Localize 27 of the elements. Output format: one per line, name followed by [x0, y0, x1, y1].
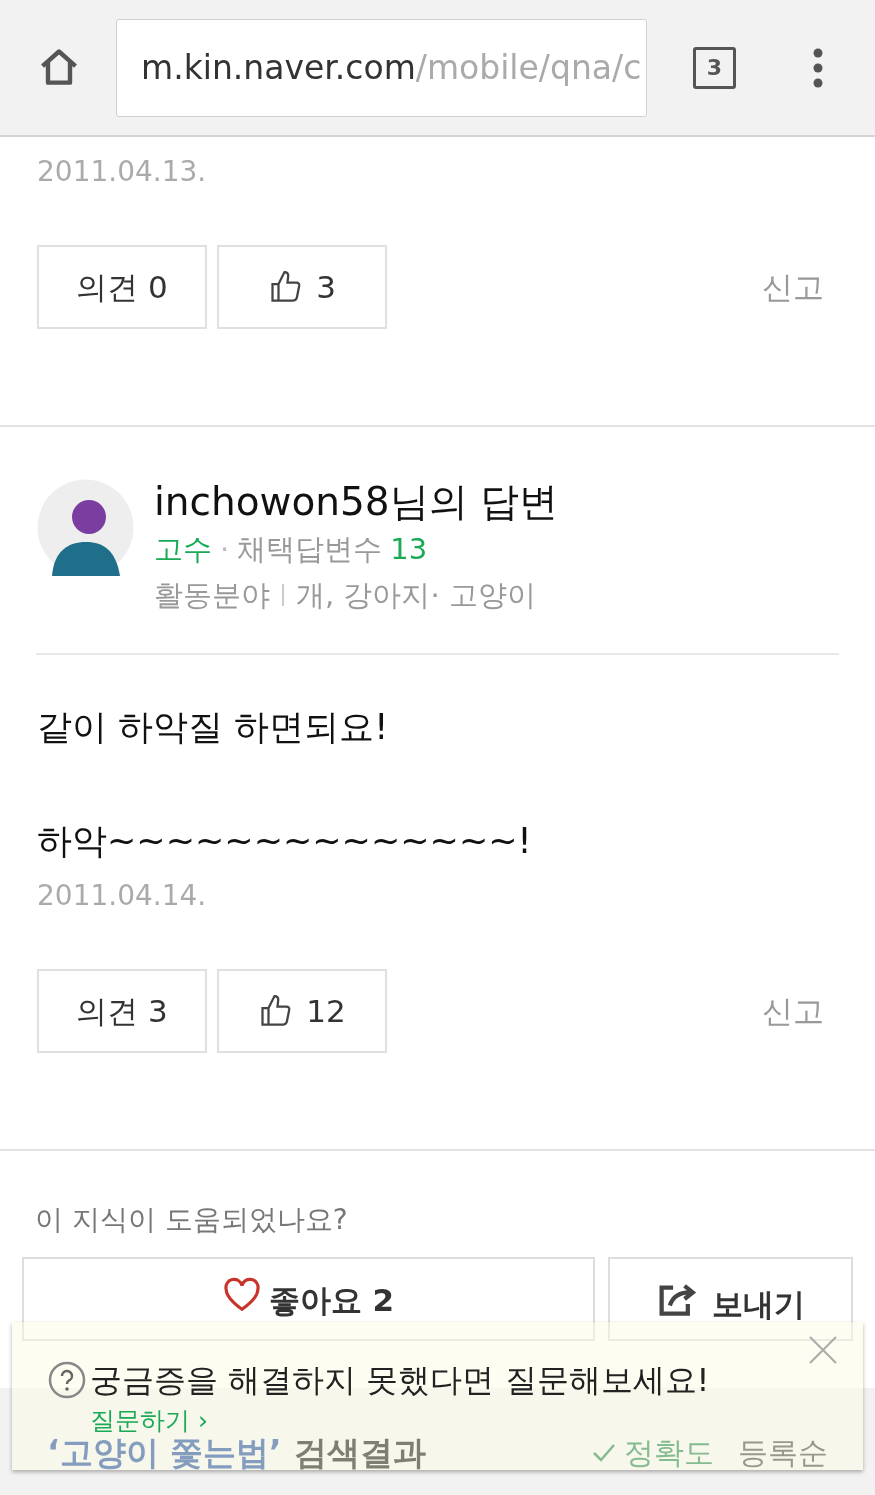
share-button[interactable]: 보내기	[608, 1257, 853, 1341]
banner-text: 궁금증을 해결하지 못했다면 질문해보세요!	[90, 1360, 710, 1401]
rank-label: 고수	[154, 531, 212, 568]
answer-date: 2011.04.13.	[36, 154, 208, 190]
feedback-question: 이 지식이 도움되었나요?	[34, 1202, 349, 1238]
answer-text: 하악~~~~~~~~~~~~~~!	[37, 820, 533, 863]
answer-text: 같이 하악질 하면되요!	[37, 706, 390, 749]
field-label: 활동분야	[154, 577, 270, 614]
comment-button[interactable]: 의견 0	[37, 245, 207, 329]
separator-dot: ·	[220, 531, 230, 568]
adopted-label: 채택답변수	[237, 531, 383, 568]
author-title: inchowon58님의 답변	[154, 478, 559, 526]
heart-icon	[222, 1277, 261, 1313]
like-button[interactable]: 12	[217, 969, 387, 1053]
field-value: 개, 강아지· 고양이	[296, 577, 536, 614]
like-button[interactable]: 3	[217, 245, 387, 329]
like-button[interactable]: 좋아요 2	[22, 1257, 595, 1341]
adopted-count: 13	[390, 531, 428, 568]
check-icon	[592, 1443, 616, 1463]
answer-date: 2011.04.14.	[36, 878, 208, 914]
results-title: 검색결과	[293, 1435, 426, 1471]
comment-button[interactable]: 의견 3	[37, 969, 207, 1053]
search-query: ‘고양이 쫓는법’	[47, 1435, 282, 1471]
help-icon	[48, 1361, 86, 1399]
more-icon[interactable]	[813, 47, 823, 88]
address-field[interactable]: m.kin.naver.com/mobile/qna/c	[116, 18, 647, 117]
tab-count-button[interactable]: 3	[693, 46, 736, 89]
